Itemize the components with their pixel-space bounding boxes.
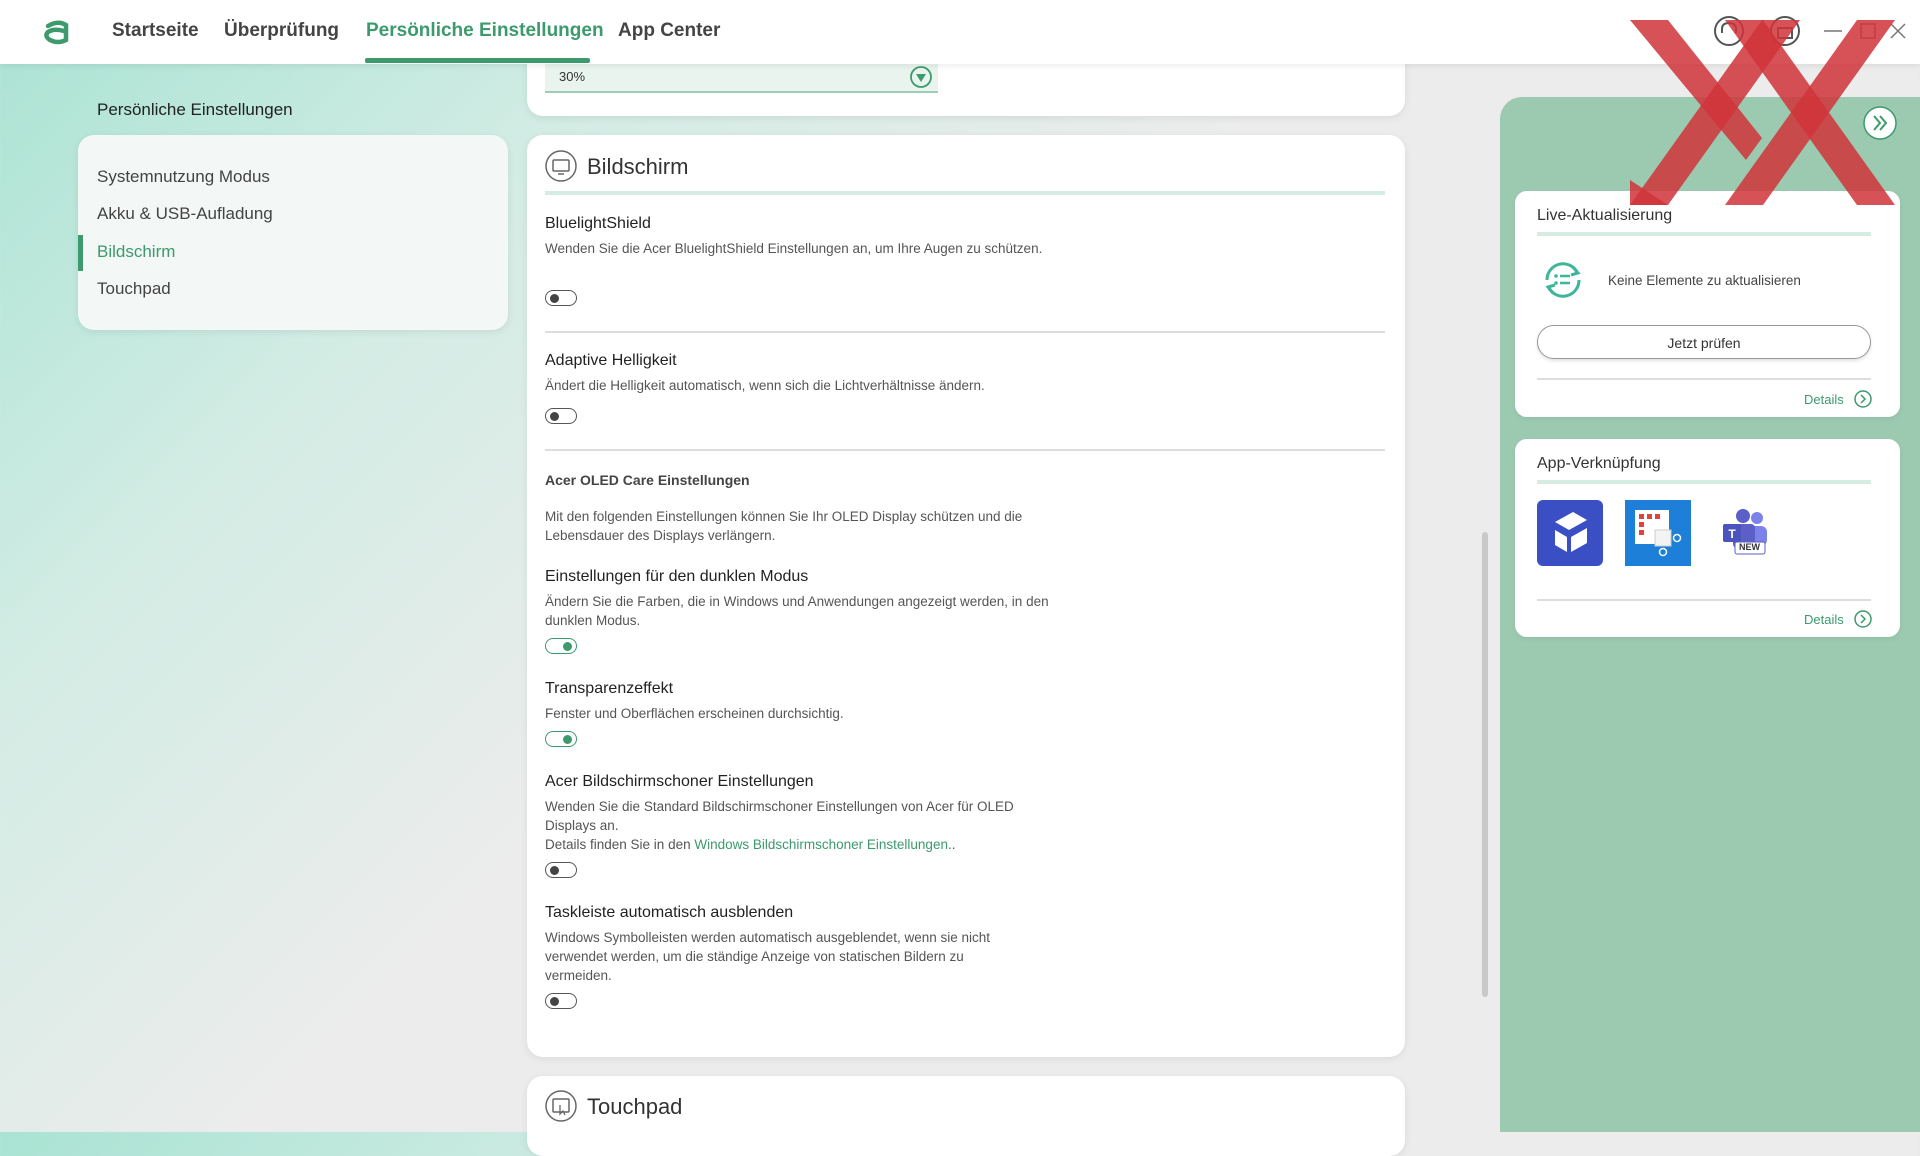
bluelight-title: BluelightShield [545, 215, 651, 232]
divider [545, 449, 1385, 451]
card-title-underline [1537, 232, 1871, 236]
acer-logo-icon [44, 20, 69, 45]
teams-icon[interactable]: T NEW [1713, 500, 1779, 566]
app-shortcuts-details-link[interactable]: Details [1804, 612, 1844, 627]
app-2-icon[interactable] [1625, 500, 1691, 566]
windows-screensaver-link[interactable]: Windows Bildschirmschoner Einstellungen [694, 837, 948, 852]
maximize-icon[interactable] [1855, 14, 1881, 48]
taskbar-toggle[interactable] [545, 993, 577, 1009]
chevron-down-icon[interactable] [909, 65, 933, 89]
bluelight-desc: Wenden Sie die Acer BluelightShield Eins… [545, 241, 1043, 256]
touchpad-icon [545, 1090, 577, 1122]
divider [1537, 599, 1871, 601]
app-shortcuts-card: App-Verknüpfung T NEW Details [1515, 439, 1900, 637]
adaptive-brightness-title: Adaptive Helligkeit [545, 352, 677, 369]
tab-app-center[interactable]: App Center [618, 20, 720, 42]
sidebar-item-akku[interactable]: Akku & USB-Aufladung [97, 204, 273, 224]
sidebar-card: Systemnutzung Modus Akku & USB-Aufladung… [78, 135, 508, 330]
update-refresh-icon [1545, 262, 1581, 298]
main-scrollbar[interactable] [1482, 532, 1488, 997]
svg-text:T: T [1728, 527, 1736, 541]
display-section-title: Bildschirm [587, 154, 689, 179]
chevron-right-circle-icon[interactable] [1853, 609, 1873, 629]
sidebar-item-bildschirm[interactable]: Bildschirm [97, 242, 175, 262]
percentage-select[interactable]: 30% [545, 63, 938, 93]
card-title-underline [1537, 480, 1871, 484]
collapse-panel-icon[interactable] [1862, 105, 1898, 141]
new-badge: NEW [1739, 542, 1760, 552]
taskbar-title: Taskleiste automatisch ausblenden [545, 904, 794, 921]
transparency-title: Transparenzeffekt [545, 680, 674, 697]
chevron-right-circle-icon[interactable] [1853, 389, 1873, 409]
sidebar-item-systemnutzung[interactable]: Systemnutzung Modus [97, 167, 270, 187]
live-update-details-link[interactable]: Details [1804, 392, 1844, 407]
transparency-desc: Fenster und Oberflächen erscheinen durch… [545, 706, 844, 721]
oled-care-heading: Acer OLED Care Einstellungen [545, 472, 750, 488]
sidebar-item-touchpad[interactable]: Touchpad [97, 279, 171, 299]
oled-care-desc: Mit den folgenden Einstellungen können S… [545, 509, 1023, 543]
app-shortcuts-title: App-Verknüpfung [1537, 455, 1661, 472]
transparency-toggle[interactable] [545, 731, 577, 747]
percentage-value: 30% [559, 69, 586, 84]
divider [1537, 378, 1871, 380]
check-now-button[interactable]: Jetzt prüfen [1537, 325, 1871, 359]
screensaver-details-prefix: Details finden Sie in den [545, 837, 695, 852]
update-status: Keine Elemente zu aktualisieren [1608, 273, 1801, 288]
tab-ueberpruefung[interactable]: Überprüfung [224, 20, 339, 42]
close-icon[interactable] [1885, 14, 1911, 48]
touchpad-section-title: Touchpad [587, 1094, 683, 1119]
gift-icon[interactable] [1768, 14, 1802, 48]
sidebar-active-indicator [78, 235, 83, 271]
screensaver-desc: Wenden Sie die Standard Bildschirmschone… [545, 797, 1055, 854]
divider [545, 331, 1385, 333]
adaptive-brightness-toggle[interactable] [545, 408, 577, 424]
screensaver-desc-text: Wenden Sie die Standard Bildschirmschone… [545, 799, 1014, 833]
screensaver-toggle[interactable] [545, 862, 577, 878]
support-icon[interactable] [1712, 14, 1746, 48]
bluelight-toggle[interactable] [545, 290, 577, 306]
dark-mode-desc: Ändern Sie die Farben, die in Windows un… [545, 594, 1049, 628]
screensaver-title: Acer Bildschirmschoner Einstellungen [545, 773, 814, 790]
tab-persoenliche-einstellungen[interactable]: Persönliche Einstellungen [366, 20, 604, 42]
adaptive-brightness-desc: Ändert die Helligkeit automatisch, wenn … [545, 378, 985, 393]
right-panel: Live-Aktualisierung Keine Elemente zu ak… [1500, 97, 1920, 1132]
top-bar: Startseite Überprüfung Persönliche Einst… [0, 0, 1920, 64]
tab-startseite[interactable]: Startseite [112, 20, 199, 42]
sidebar-title: Persönliche Einstellungen [97, 100, 293, 119]
app-1-icon[interactable] [1537, 500, 1603, 566]
dark-mode-title: Einstellungen für den dunklen Modus [545, 568, 809, 585]
section-divider [545, 191, 1385, 195]
dark-mode-toggle[interactable] [545, 638, 577, 654]
live-update-title: Live-Aktualisierung [1537, 207, 1673, 224]
screensaver-details-suffix: .. [947, 837, 956, 852]
active-tab-indicator [365, 58, 590, 63]
live-update-card: Live-Aktualisierung Keine Elemente zu ak… [1515, 191, 1900, 417]
display-icon [545, 150, 577, 182]
taskbar-desc: Windows Symbolleisten werden automatisch… [545, 930, 990, 983]
minimize-icon[interactable] [1820, 14, 1846, 48]
